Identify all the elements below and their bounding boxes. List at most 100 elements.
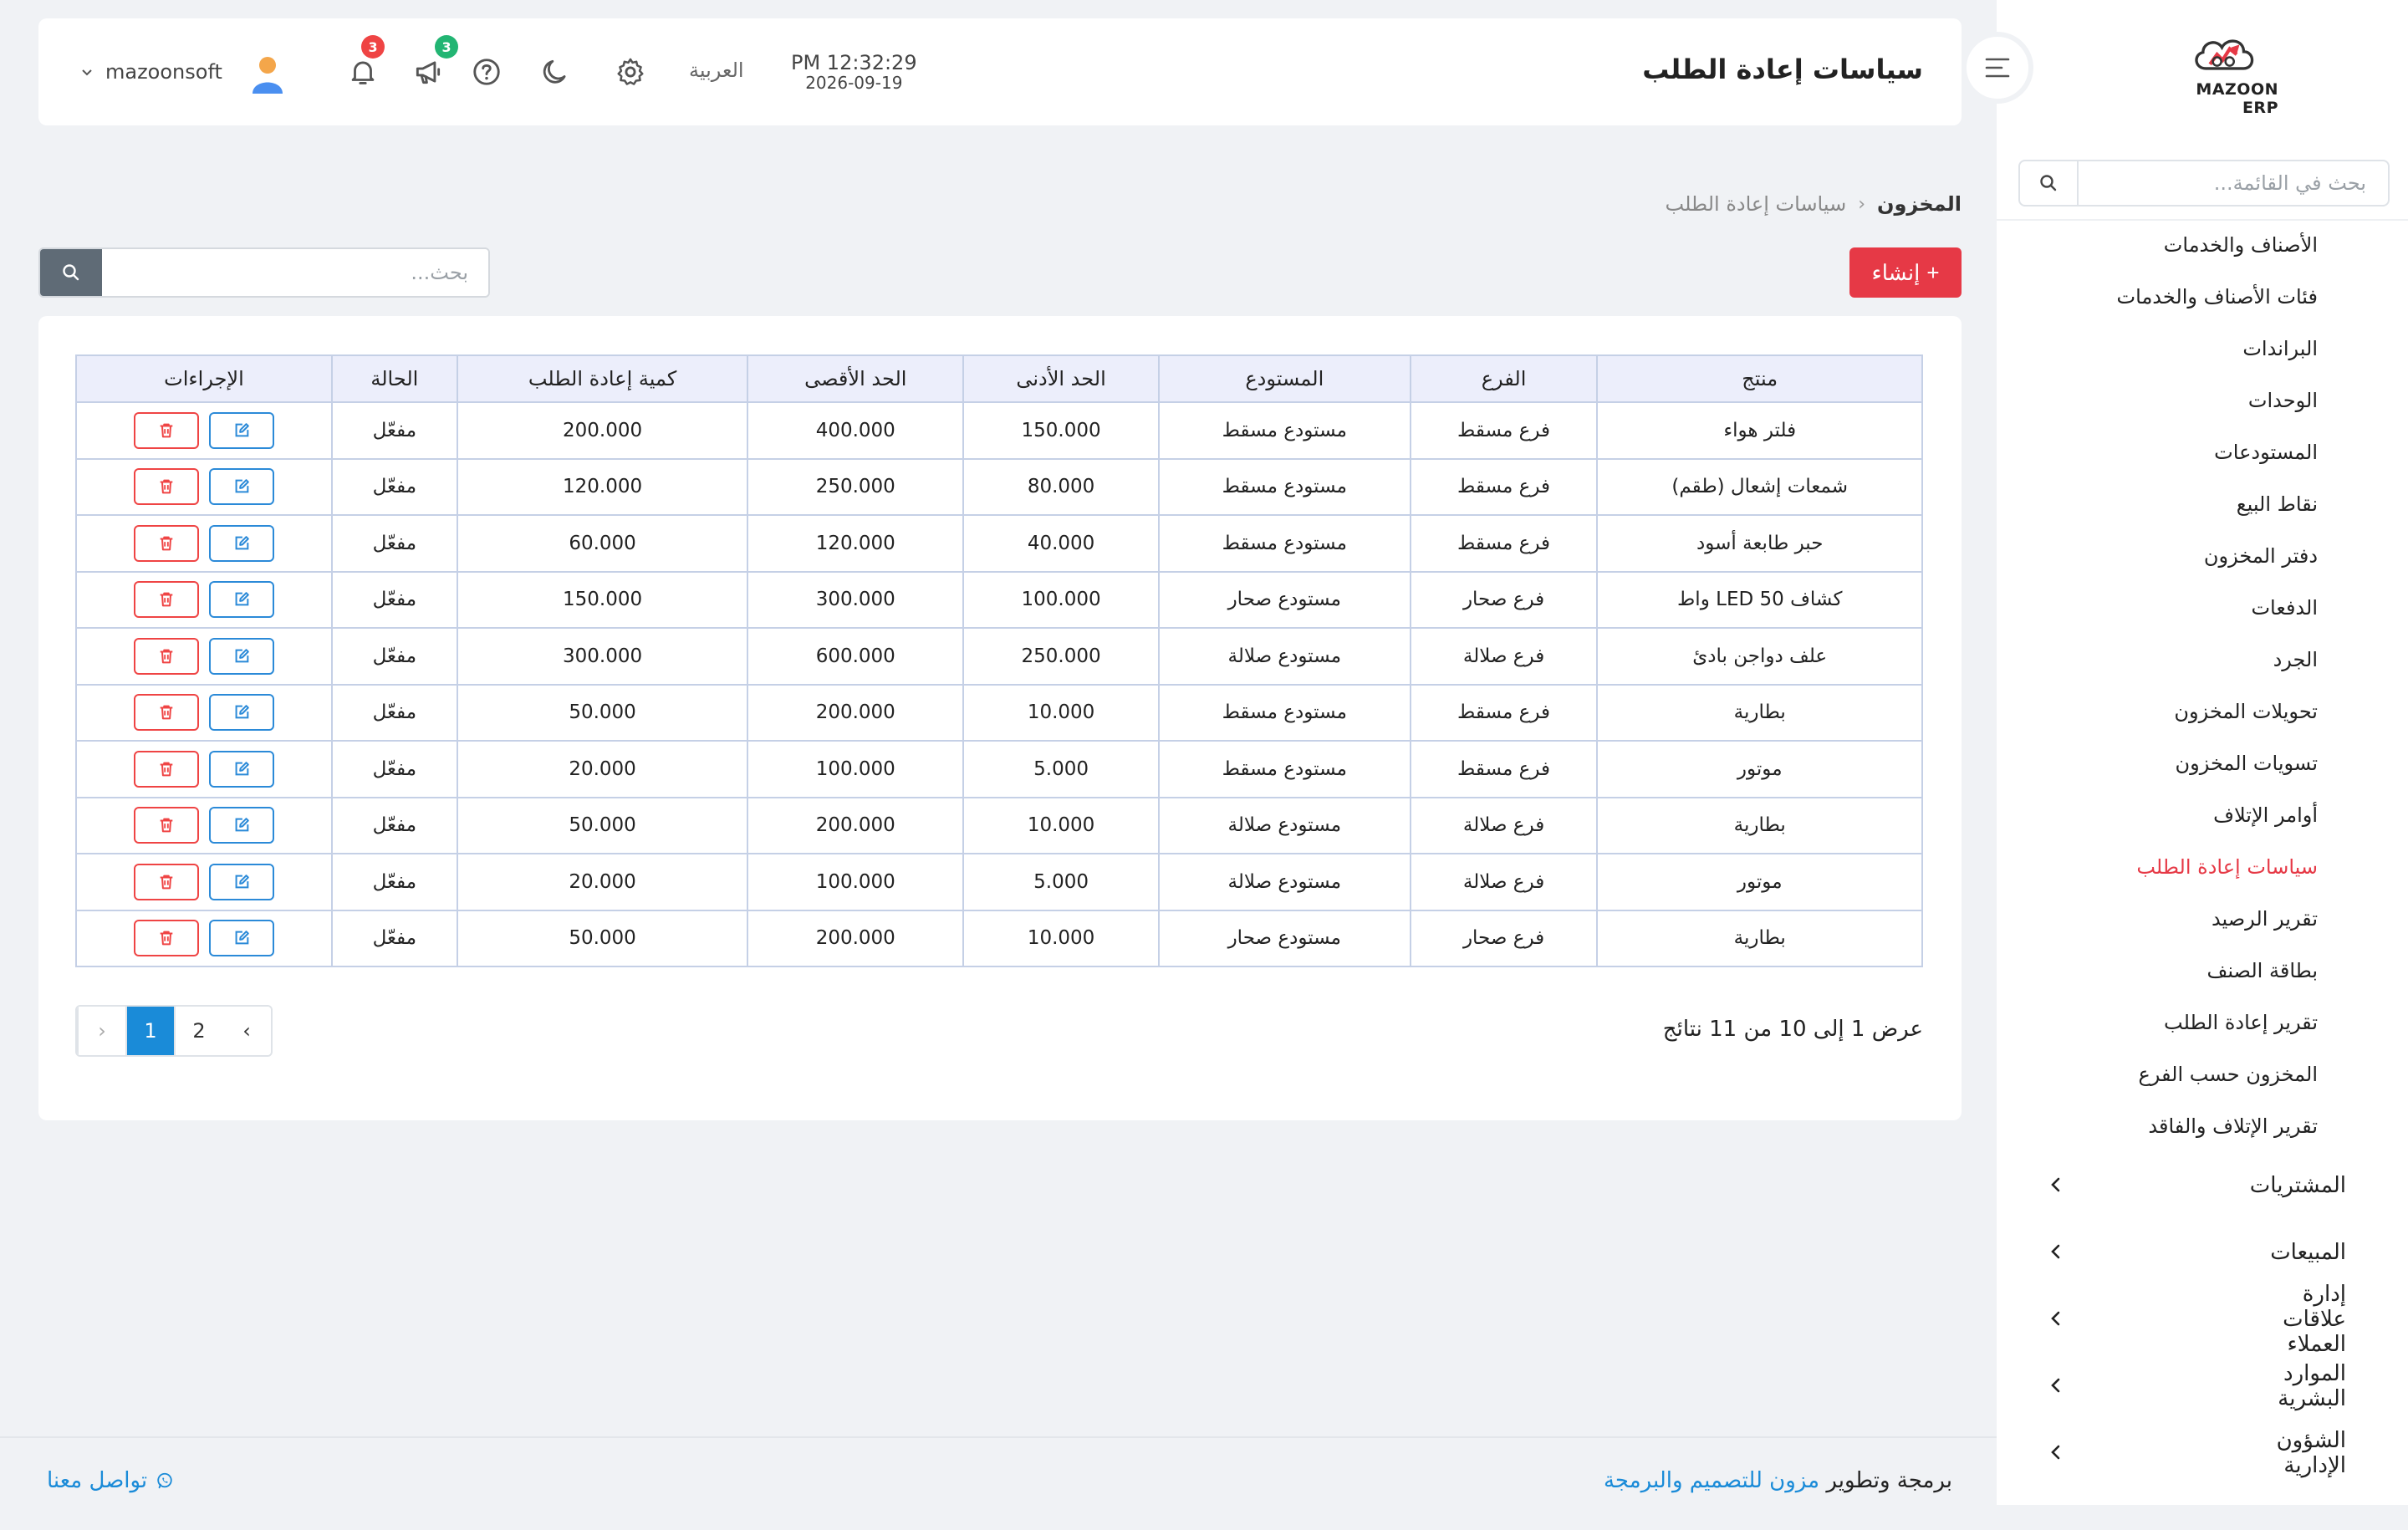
- edit-button[interactable]: [208, 750, 274, 788]
- cell-branch: فرع مسقط: [1409, 683, 1599, 742]
- edit-button[interactable]: [208, 581, 274, 619]
- pagination-prev[interactable]: ‹: [77, 1007, 125, 1055]
- column-header-warehouse[interactable]: المستودع: [1157, 354, 1411, 403]
- sidebar-group-label: إدارة علاقات العملاء: [2283, 1282, 2346, 1357]
- cell-min: 150.000: [962, 401, 1160, 460]
- edit-button[interactable]: [208, 411, 274, 449]
- language-switch[interactable]: العربية: [689, 59, 744, 82]
- sidebar-item-label: تحويلات المخزون: [2174, 700, 2318, 723]
- sidebar-group-purchases[interactable]: المشتريات: [1997, 1152, 2408, 1219]
- delete-button[interactable]: [133, 694, 199, 732]
- avatar[interactable]: [246, 52, 289, 95]
- column-header-min[interactable]: الحد الأدنى: [962, 354, 1160, 403]
- delete-button[interactable]: [133, 637, 199, 675]
- logo[interactable]: MAZOON ERP: [2170, 33, 2278, 117]
- edit-button[interactable]: [208, 863, 274, 900]
- cell-status: مفعّل: [330, 909, 458, 967]
- search-icon: [2040, 175, 2057, 191]
- search-button[interactable]: [40, 249, 102, 296]
- sidebar-item-item-card[interactable]: بطاقة الصنف: [1997, 945, 2408, 997]
- results-summary: عرض 1 إلى 10 من 11 نتائج: [1662, 1017, 1923, 1042]
- search-input[interactable]: [102, 249, 488, 296]
- sidebar-item-reorder-policies[interactable]: سياسات إعادة الطلب: [1997, 841, 2408, 893]
- help-button[interactable]: [468, 54, 505, 90]
- cell-min: 80.000: [962, 457, 1160, 516]
- sidebar-item-units[interactable]: الوحدات: [1997, 375, 2408, 426]
- sidebar-item-balance-report[interactable]: تقرير الرصيد: [1997, 893, 2408, 945]
- footer-credit-link[interactable]: مزون للتصميم والبرمجة: [1604, 1468, 1819, 1493]
- sidebar-item-label: فئات الأصناف والخدمات: [2116, 285, 2318, 309]
- sidebar-item-stock-adjustments[interactable]: تسويات المخزون: [1997, 737, 2408, 789]
- edit-button[interactable]: [208, 694, 274, 732]
- sidebar-item-disposal-report[interactable]: تقرير الإتلاف والفاقد: [1997, 1100, 2408, 1152]
- sidebar-search-button[interactable]: [2020, 161, 2079, 205]
- edit-button[interactable]: [208, 468, 274, 506]
- cell-warehouse: مستودع مسقط: [1157, 514, 1411, 573]
- delete-button[interactable]: [133, 581, 199, 619]
- cell-branch: فرع مسقط: [1409, 457, 1599, 516]
- sidebar-item-reorder-report[interactable]: تقرير إعادة الطلب: [1997, 997, 2408, 1048]
- row-actions: [77, 524, 331, 562]
- delete-button[interactable]: [133, 750, 199, 788]
- cell-max: 250.000: [747, 457, 965, 516]
- sidebar-item-item-categories[interactable]: فئات الأصناف والخدمات: [1997, 271, 2408, 323]
- sidebar-item-pos[interactable]: نقاط البيع: [1997, 478, 2408, 530]
- edit-button[interactable]: [208, 920, 274, 957]
- sidebar-item-stock-transfers[interactable]: تحويلات المخزون: [1997, 686, 2408, 737]
- sidebar-group-sales[interactable]: المبيعات: [1997, 1219, 2408, 1286]
- sidebar-search-input[interactable]: [2079, 161, 2388, 205]
- sidebar-item-stocktake[interactable]: الجرد: [1997, 634, 2408, 686]
- pagination-page-2[interactable]: 2: [174, 1007, 222, 1055]
- edit-icon: [235, 818, 249, 832]
- sidebar-group-hr[interactable]: الموارد البشرية: [1997, 1353, 2408, 1420]
- cell-status: مفعّل: [330, 401, 458, 460]
- dark-mode-toggle[interactable]: [537, 54, 574, 90]
- sidebar-item-brands[interactable]: البراندات: [1997, 323, 2408, 375]
- sidebar-item-items-services[interactable]: الأصناف والخدمات: [1997, 219, 2408, 271]
- delete-button[interactable]: [133, 863, 199, 900]
- sidebar-group-crm[interactable]: إدارة علاقات العملاء: [1997, 1282, 2408, 1357]
- menu-toggle-button[interactable]: [1962, 32, 2033, 104]
- contact-link[interactable]: تواصل معنا: [47, 1468, 174, 1493]
- delete-button[interactable]: [133, 411, 199, 449]
- settings-button[interactable]: [612, 54, 649, 90]
- edit-button[interactable]: [208, 807, 274, 844]
- sidebar-item-batches[interactable]: الدفعات: [1997, 582, 2408, 634]
- sidebar-item-stock-by-branch[interactable]: المخزون حسب الفرع: [1997, 1048, 2408, 1100]
- cell-warehouse: مستودع صلالة: [1157, 796, 1411, 854]
- edit-button[interactable]: [208, 637, 274, 675]
- table-row: موتور فرع صلالة مستودع صلالة 5.000 100.000 20…: [75, 853, 1923, 911]
- breadcrumb-root[interactable]: المخزون: [1877, 192, 1962, 216]
- delete-button[interactable]: [133, 524, 199, 562]
- sidebar-item-label: تقرير الرصيد: [2211, 907, 2318, 931]
- column-header-max[interactable]: الحد الأقصى: [747, 354, 965, 403]
- pagination-next[interactable]: ›: [222, 1007, 271, 1055]
- user-avatar-icon: [253, 57, 283, 94]
- column-header-product[interactable]: منتج: [1596, 354, 1923, 403]
- row-actions: [77, 807, 331, 844]
- row-actions: [77, 750, 331, 788]
- delete-button[interactable]: [133, 468, 199, 506]
- column-header-reorder-qty[interactable]: كمية إعادة الطلب: [456, 354, 749, 403]
- cell-product: فلتر هواء: [1596, 401, 1923, 460]
- row-actions: [77, 863, 331, 900]
- cell-actions: [75, 570, 333, 629]
- sidebar-group-admin[interactable]: الشؤون الإدارية: [1997, 1420, 2408, 1487]
- cell-actions: [75, 683, 333, 742]
- sidebar-item-warehouses[interactable]: المستودعات: [1997, 426, 2408, 478]
- edit-button[interactable]: [208, 524, 274, 562]
- user-menu[interactable]: mazoonsoft: [80, 60, 222, 84]
- notifications-button[interactable]: 3: [344, 35, 385, 90]
- column-header-branch[interactable]: الفرع: [1409, 354, 1599, 403]
- chevron-left-icon: [2051, 1378, 2060, 1393]
- sidebar-item-disposal-orders[interactable]: أوامر الإتلاف: [1997, 789, 2408, 841]
- sidebar-item-stock-ledger[interactable]: دفتر المخزون: [1997, 530, 2408, 582]
- delete-button[interactable]: [133, 920, 199, 957]
- delete-button[interactable]: [133, 807, 199, 844]
- table-row: كشاف LED 50 واط فرع صحار مستودع صحار 100.00…: [75, 570, 1923, 629]
- create-button[interactable]: + إنشاء: [1849, 247, 1962, 298]
- pagination-page-1[interactable]: 1: [125, 1007, 174, 1055]
- create-button-label: إنشاء: [1871, 259, 1921, 285]
- column-header-status[interactable]: الحالة: [330, 354, 458, 403]
- announcements-button[interactable]: 3: [410, 35, 458, 90]
